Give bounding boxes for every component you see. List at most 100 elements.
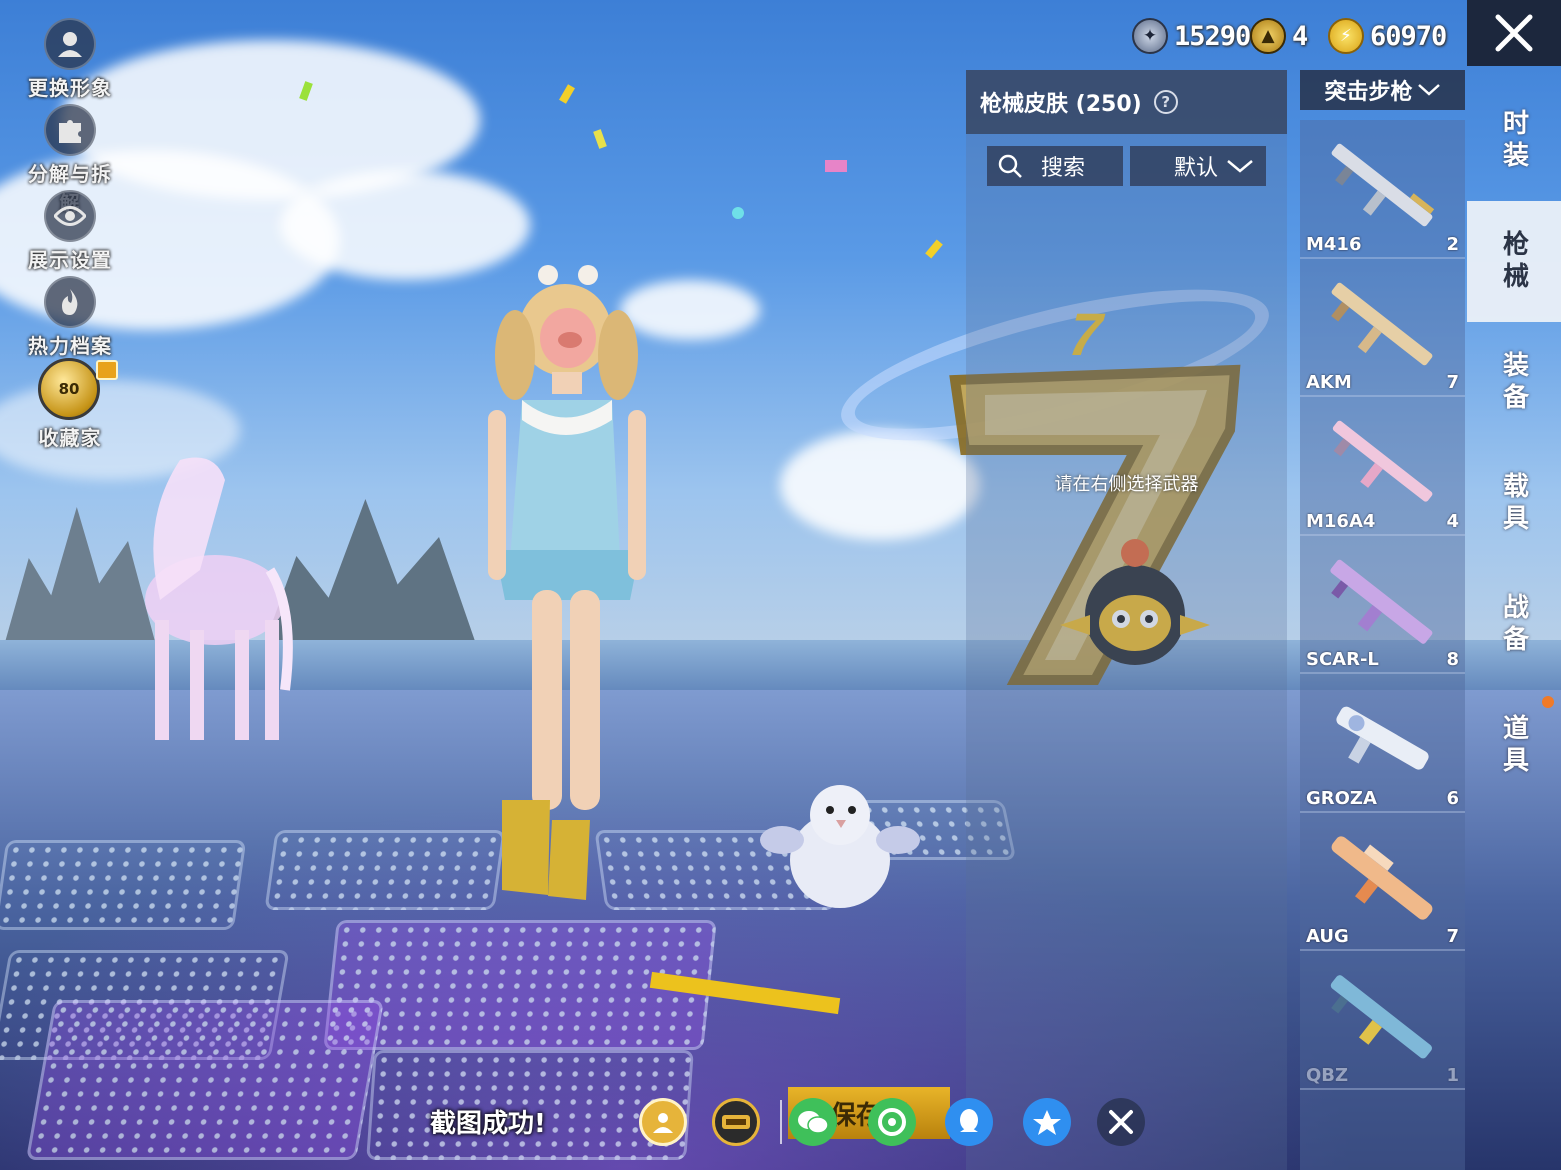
avatar-icon	[44, 18, 96, 70]
weapon-skin-count: 7	[1446, 372, 1459, 393]
chevron-down-icon	[1417, 84, 1440, 96]
camp-icon	[653, 1113, 673, 1133]
tab-vehicles[interactable]: 载具	[1467, 443, 1561, 564]
puzzle-icon	[44, 104, 96, 156]
tab-label: 战备	[1498, 592, 1529, 657]
weapon-name: SCAR-L	[1306, 649, 1379, 670]
weapon-item-groza[interactable]: GROZA 6	[1300, 674, 1465, 813]
close-icon	[1495, 14, 1533, 52]
player-character	[488, 265, 646, 900]
weapon-name: AKM	[1306, 372, 1352, 393]
select-weapon-hint: 请在右侧选择武器	[1054, 474, 1199, 495]
currency-gold-token[interactable]: ▲ 4	[1250, 16, 1308, 56]
confetti	[925, 239, 943, 259]
tab-label: 时装	[1498, 108, 1529, 173]
moments-share-button[interactable]	[868, 1098, 916, 1146]
silver-coin-icon: ✦	[1132, 18, 1168, 54]
weapon-skin-count: 4	[1446, 510, 1459, 532]
notification-dot	[1542, 696, 1554, 708]
weapon-category-dropdown[interactable]: 突击步枪	[1300, 70, 1465, 110]
search-icon	[998, 154, 1022, 178]
lightning-amount: 60970	[1370, 20, 1447, 52]
screenshot-toast: 截图成功!	[430, 1109, 546, 1139]
m416-rifle-icon	[1331, 143, 1435, 227]
groza-rifle-icon	[1336, 706, 1429, 770]
display-settings-button[interactable]: 展示设置	[18, 190, 122, 276]
close-share-button[interactable]	[1097, 1098, 1145, 1146]
eye-icon	[44, 190, 96, 242]
qzone-share-button[interactable]	[1023, 1098, 1071, 1146]
akm-rifle-icon	[1331, 282, 1433, 365]
pigeon-pet	[760, 785, 920, 908]
collector-button[interactable]: 80 收藏家	[18, 358, 122, 450]
qzone-icon	[1033, 1110, 1061, 1135]
weapon-skin-count: 6	[1446, 787, 1459, 809]
qq-share-button[interactable]	[945, 1098, 993, 1146]
currency-lightning[interactable]: ⚡ 60970	[1328, 16, 1447, 56]
tab-combat-gear[interactable]: 战备	[1467, 564, 1561, 685]
aug-rifle-icon	[1331, 835, 1433, 920]
weapon-item-m16a4[interactable]: M16A4 4	[1300, 397, 1465, 536]
weapon-item-akm[interactable]: AKM 7	[1300, 259, 1465, 397]
weapon-name: AUG	[1306, 926, 1349, 947]
qq-icon	[960, 1109, 978, 1132]
confetti	[559, 84, 575, 104]
search-label: 搜索	[1041, 156, 1086, 181]
tab-label: 道具	[1498, 713, 1529, 778]
tab-label: 载具	[1498, 471, 1529, 536]
crystal-horse-mount	[145, 457, 293, 740]
close-button[interactable]	[1467, 0, 1561, 66]
collector-label: 收藏家	[38, 426, 102, 450]
weapon-list: M416 2 AKM 7 M16A4 4 SCAR-L 8 GROZA 6 AU…	[1300, 120, 1465, 1170]
close-icon	[1109, 1110, 1133, 1134]
change-avatar-button[interactable]: 更换形象	[18, 18, 122, 104]
floor-tile	[0, 840, 247, 930]
tab-fashion[interactable]: 时装	[1467, 80, 1561, 201]
camp-share-button[interactable]	[639, 1098, 687, 1146]
silver-amount: 15290	[1174, 20, 1251, 52]
skin-panel-header: 枪械皮肤 (250) ?	[966, 70, 1287, 134]
weapon-name: M416	[1306, 233, 1362, 255]
collector-badge-icon: 80	[38, 358, 100, 420]
collector-level: 80	[58, 380, 80, 398]
disassemble-button[interactable]: 分解与拆解	[18, 104, 122, 215]
currency-silver[interactable]: ✦ 15290	[1132, 16, 1251, 56]
tab-label: 枪械	[1498, 229, 1529, 294]
weapon-skin-count: 1	[1446, 1064, 1459, 1086]
confetti	[825, 160, 847, 172]
game-logo-icon	[722, 1115, 750, 1129]
left-menu: 更换形象 分解与拆解 展示设置 热力档案 80 收藏家	[18, 18, 122, 450]
skin-panel-title: 枪械皮肤 (250)	[980, 92, 1142, 117]
weapon-skin-panel: 枪械皮肤 (250) ? 搜索 默认 请在右侧选择武器	[966, 70, 1287, 1170]
tab-weapons[interactable]: 枪械	[1467, 201, 1561, 322]
weapon-name: GROZA	[1306, 787, 1377, 809]
sort-label: 默认	[1173, 156, 1218, 181]
heat-profile-label: 热力档案	[28, 334, 112, 358]
weapon-name: QBZ	[1306, 1064, 1349, 1086]
moments-icon	[878, 1108, 906, 1136]
weapon-category-label: 突击步枪	[1324, 80, 1413, 105]
skin-search-button[interactable]: 搜索	[987, 146, 1123, 186]
wechat-icon	[798, 1111, 829, 1134]
tab-equipment[interactable]: 装备	[1467, 322, 1561, 443]
gift-icon	[96, 360, 118, 380]
weapon-item-qbz[interactable]: QBZ 1	[1300, 951, 1465, 1090]
sort-dropdown[interactable]: 默认	[1130, 146, 1266, 186]
qbz-rifle-icon	[1330, 975, 1432, 1059]
display-settings-label: 展示设置	[28, 248, 112, 272]
weapon-item-aug[interactable]: AUG 7	[1300, 813, 1465, 951]
weapon-skin-count: 8	[1446, 649, 1459, 670]
heat-profile-button[interactable]: 热力档案	[18, 276, 122, 362]
game-share-button[interactable]	[712, 1098, 760, 1146]
weapon-item-scar-l[interactable]: SCAR-L 8	[1300, 536, 1465, 674]
confetti	[593, 129, 607, 149]
m16a4-rifle-icon	[1332, 420, 1433, 502]
help-icon[interactable]: ?	[1153, 90, 1178, 114]
wechat-share-button[interactable]	[789, 1098, 837, 1146]
weapon-item-m416[interactable]: M416 2	[1300, 120, 1465, 259]
weapon-skin-count: 7	[1446, 926, 1459, 947]
change-avatar-label: 更换形象	[28, 76, 112, 100]
gold-token-amount: 4	[1292, 20, 1308, 52]
confetti	[732, 207, 744, 219]
weapon-skin-count: 2	[1446, 233, 1459, 255]
